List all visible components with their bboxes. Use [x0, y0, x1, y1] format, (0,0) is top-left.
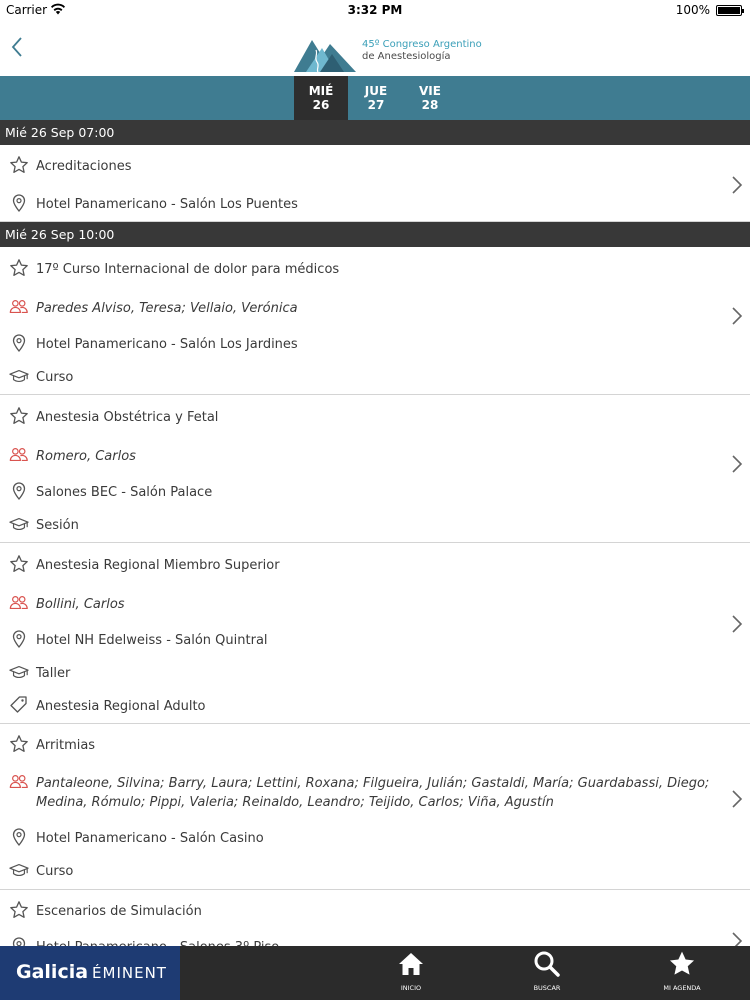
event-type: Taller — [36, 666, 71, 681]
logo-text: 45º Congreso Argentino de Anestesiología — [362, 39, 482, 63]
tag-icon — [9, 695, 29, 715]
mountain-logo-icon — [294, 40, 356, 73]
tab-day-27[interactable]: JUE 27 — [349, 76, 403, 120]
nav-label: BUSCAR — [533, 984, 561, 992]
tab-date-label: 27 — [367, 98, 385, 112]
event-location: Hotel Panamericano - Salón Los Jardines — [36, 337, 298, 352]
battery-icon — [716, 5, 744, 16]
tab-day-28[interactable]: VIE 28 — [403, 76, 457, 120]
star-icon[interactable] — [9, 406, 29, 426]
location-pin-icon — [9, 193, 29, 213]
event-speakers: Pantaleone, Silvina; Barry, Laura; Letti… — [36, 776, 710, 810]
home-icon — [399, 953, 423, 975]
app-header: 45º Congreso Argentino de Anestesiología — [0, 20, 750, 76]
bottom-tab-bar: Galicia ÉMINENT INICIO BUSCAR MI AGENDA — [0, 946, 750, 1000]
status-time: 3:32 PM — [347, 3, 403, 17]
event-location: Salones BEC - Salón Palace — [36, 485, 213, 500]
sponsor-sub: ÉMINENT — [92, 964, 167, 982]
back-button[interactable] — [4, 30, 30, 64]
congress-logo: 45º Congreso Argentino de Anestesiología — [292, 34, 482, 74]
tab-date-label: 26 — [312, 98, 330, 112]
nav-inicio[interactable]: INICIO — [376, 946, 446, 1000]
speakers-icon — [9, 445, 29, 465]
location-pin-icon — [9, 827, 29, 847]
nav-label: MI AGENDA — [663, 984, 701, 992]
battery-percent: 100% — [675, 3, 710, 17]
nav-buscar[interactable]: BUSCAR — [512, 946, 582, 1000]
sponsor-banner[interactable]: Galicia ÉMINENT — [0, 946, 180, 1000]
chevron-right-icon — [730, 305, 744, 327]
event-acreditaciones[interactable]: Acreditaciones Hotel Panamericano - Saló… — [0, 145, 750, 222]
event-title: Acreditaciones — [36, 159, 132, 174]
event-type: Curso — [36, 370, 74, 385]
graduation-cap-icon — [9, 514, 29, 534]
star-icon[interactable] — [9, 554, 29, 574]
star-icon[interactable] — [9, 900, 29, 920]
location-pin-icon — [9, 481, 29, 501]
speakers-icon — [9, 593, 29, 613]
graduation-cap-icon — [9, 366, 29, 386]
event-location: Hotel NH Edelweiss - Salón Quintral — [36, 633, 268, 648]
tab-day-label: VIE — [419, 84, 441, 98]
logo-line1: 45º Congreso Argentino — [362, 39, 482, 50]
event-anestesia-regional[interactable]: Anestesia Regional Miembro Superior Boll… — [0, 543, 750, 724]
location-pin-icon — [9, 629, 29, 649]
chevron-right-icon — [730, 174, 744, 196]
event-curso-dolor[interactable]: 17º Curso Internacional de dolor para mé… — [0, 247, 750, 395]
graduation-cap-icon — [9, 662, 29, 682]
tab-day-26[interactable]: MIÉ 26 — [294, 76, 348, 120]
event-location: Hotel Panamericano - Salón Casino — [36, 831, 264, 846]
event-tag: Anestesia Regional Adulto — [36, 699, 206, 714]
section-header: Mié 26 Sep 10:00 — [0, 222, 750, 247]
status-bar: Carrier 3:32 PM 100% — [0, 0, 750, 20]
chevron-right-icon — [730, 788, 744, 810]
event-title: 17º Curso Internacional de dolor para mé… — [36, 262, 340, 277]
star-icon[interactable] — [9, 734, 29, 754]
event-type: Curso — [36, 864, 74, 879]
event-title: Arritmias — [36, 738, 96, 753]
sponsor-name: Galicia — [16, 961, 89, 983]
tab-day-label: JUE — [364, 84, 388, 98]
event-type: Sesión — [36, 518, 79, 533]
chevron-right-icon — [730, 453, 744, 475]
star-icon — [669, 951, 695, 975]
event-title: Anestesia Obstétrica y Fetal — [36, 410, 219, 425]
day-tabs: MIÉ 26 JUE 27 VIE 28 — [0, 76, 750, 120]
graduation-cap-icon — [9, 860, 29, 880]
logo-line2: de Anestesiología — [362, 51, 451, 62]
event-anestesia-obstetrica[interactable]: Anestesia Obstétrica y Fetal Romero, Car… — [0, 395, 750, 543]
search-icon — [534, 951, 560, 977]
event-title: Escenarios de Simulación — [36, 904, 202, 919]
star-icon[interactable] — [9, 155, 29, 175]
speakers-icon — [9, 297, 29, 317]
section-header: Mié 26 Sep 07:00 — [0, 120, 750, 145]
tab-date-label: 28 — [421, 98, 439, 112]
speakers-icon — [9, 772, 29, 792]
nav-label: INICIO — [400, 984, 422, 992]
chevron-right-icon — [730, 613, 744, 635]
location-pin-icon — [9, 333, 29, 353]
star-icon[interactable] — [9, 258, 29, 278]
event-location: Hotel Panamericano - Salón Los Puentes — [36, 197, 298, 212]
chevron-left-icon — [11, 37, 22, 57]
event-speakers: Bollini, Carlos — [36, 597, 125, 612]
event-arritmias[interactable]: Arritmias Pantaleone, Silvina; Barry, La… — [0, 724, 750, 890]
nav-mi-agenda[interactable]: MI AGENDA — [647, 946, 717, 1000]
event-title: Anestesia Regional Miembro Superior — [36, 558, 280, 573]
event-speakers: Romero, Carlos — [36, 449, 136, 464]
tab-day-label: MIÉ — [308, 84, 334, 98]
event-speakers: Paredes Alviso, Teresa; Vellaio, Verónic… — [36, 301, 298, 316]
